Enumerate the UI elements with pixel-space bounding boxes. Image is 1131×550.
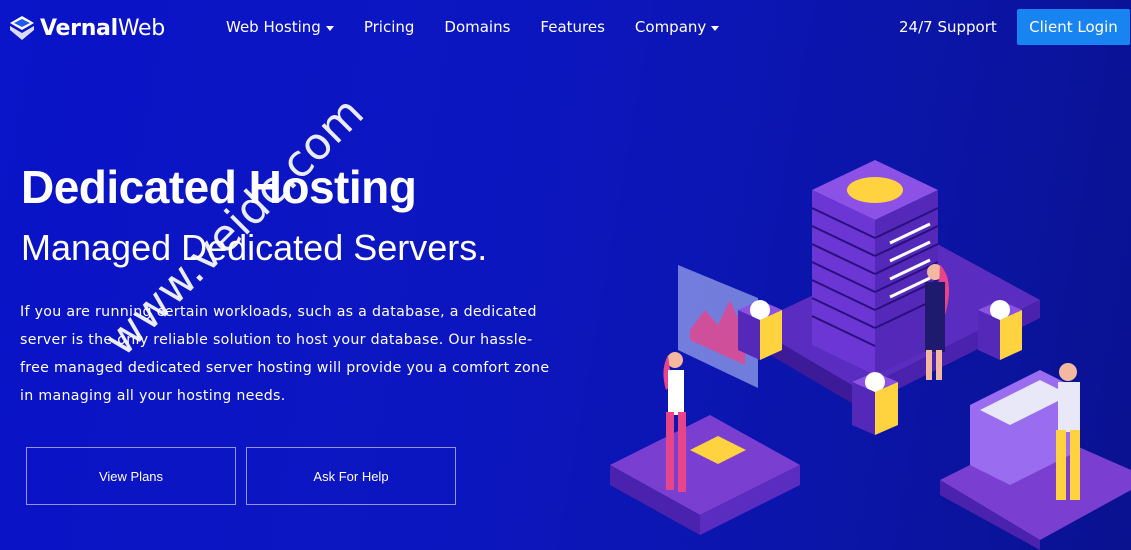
server-tower-icon	[811, 160, 939, 375]
server-illustration	[610, 160, 1131, 550]
support-link[interactable]: 24/7 Support	[899, 18, 997, 36]
main-nav: Web Hosting Pricing Domains Features Com…	[226, 18, 749, 36]
nav-label: Domains	[444, 18, 511, 36]
fan-node-icon	[978, 300, 1022, 360]
cube-logo-icon	[10, 16, 34, 40]
view-plans-button[interactable]: View Plans	[26, 447, 236, 505]
brand-name: VernalWeb	[40, 15, 165, 41]
nav-pricing[interactable]: Pricing	[364, 18, 415, 36]
caret-down-icon	[711, 25, 720, 31]
nav-features[interactable]: Features	[540, 18, 605, 36]
logo[interactable]: VernalWeb	[8, 14, 165, 42]
nav-label: Company	[634, 18, 707, 36]
hero-title: Dedicated Hosting	[21, 161, 417, 213]
client-login-button[interactable]: Client Login	[1017, 9, 1130, 45]
hero-description: If you are running certain workloads, su…	[20, 304, 550, 404]
nav-web-hosting[interactable]: Web Hosting	[226, 18, 334, 36]
nav-domains[interactable]: Domains	[444, 18, 510, 36]
top-navbar: VernalWeb Web Hosting Pricing Domains Fe…	[0, 0, 1131, 56]
nav-label: Pricing	[363, 18, 415, 36]
caret-down-icon	[325, 25, 334, 31]
nav-label: Features	[540, 18, 605, 36]
hero-subtitle: Managed Dedicated Servers.	[21, 227, 488, 268]
fan-node-icon	[852, 372, 898, 435]
fan-node-icon	[738, 300, 782, 360]
nav-company[interactable]: Company	[634, 18, 720, 36]
nav-label: Web Hosting	[226, 18, 321, 36]
ask-for-help-button[interactable]: Ask For Help	[246, 447, 456, 505]
